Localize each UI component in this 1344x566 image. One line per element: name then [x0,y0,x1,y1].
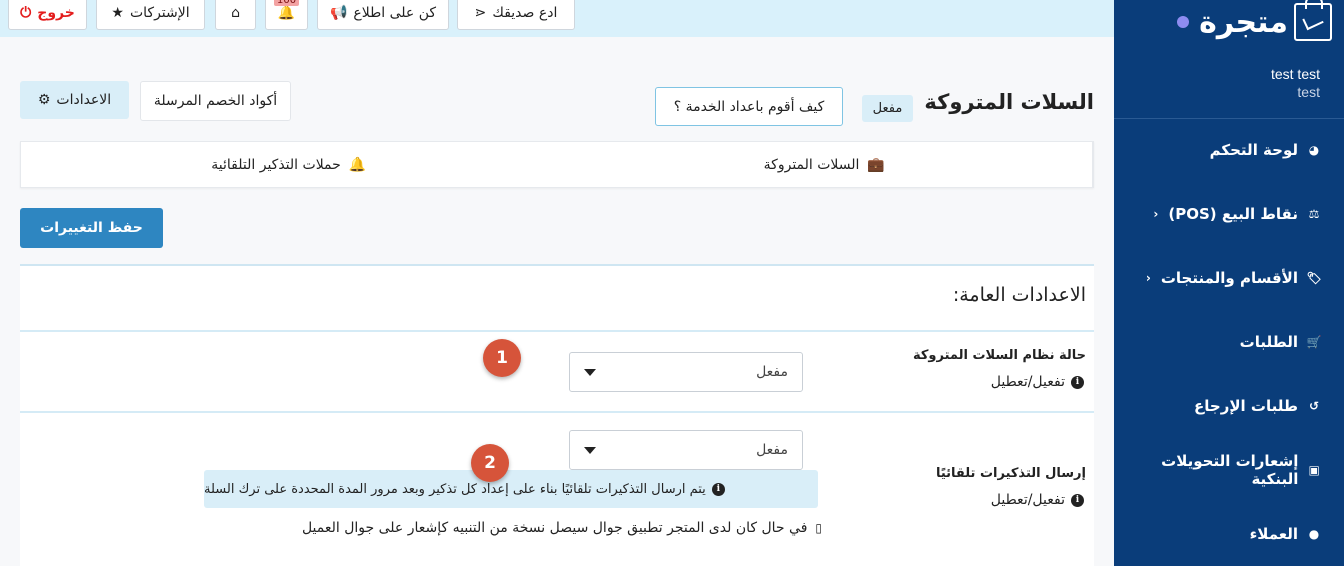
shopping-bag-icon [1294,0,1332,41]
row-sub-auto-reminders: i تفعيل/تعطيل [991,492,1084,508]
money-icon: ▣ [1308,463,1320,477]
share-icon: ⋖ [474,5,487,21]
auto-reminders-select[interactable]: مفعل [569,430,803,470]
how-to-setup-button[interactable]: كيف أقوم باعداد الخدمة ؟ [655,87,843,126]
balance-scale-icon: ⚖ [1308,207,1320,221]
annotation-marker-2: 2 [471,444,509,482]
user-icon: ● [1308,527,1320,541]
select-value: مفعل [756,442,788,458]
logout-button[interactable]: خروج ⏻ [8,0,87,30]
sidebar: متجرة test test test ◕ لوحة التحكم ⚖ نقا… [1114,0,1344,566]
tab-reminder-campaigns[interactable]: 🔔 حملات التذكير التلقائية [21,142,557,187]
chevron-left-icon: ‹ [1145,271,1151,285]
sidebar-item-customers[interactable]: ● العملاء [1114,502,1344,566]
sidebar-item-orders[interactable]: 🛒 الطلبات [1114,310,1344,374]
home-button[interactable]: ⌂ [215,0,256,30]
info-note: i يتم ارسال التذكيرات تلقائيًا بناء على … [204,470,818,508]
row-label-system-status: حالة نظام السلات المتروكة [912,348,1086,363]
cart-icon: 🛒 [1306,335,1322,349]
card-title: الاعدادات العامة: [952,284,1086,306]
info-icon: i [1071,493,1084,507]
brand-name: متجرة [1199,4,1288,40]
settings-button[interactable]: الاعدادات ⚙ [20,81,129,119]
select-value: مفعل [756,364,788,380]
row-label-auto-reminders: إرسال التذكيرات تلقائيًا [935,466,1086,481]
caret-down-icon [584,446,596,454]
status-badge: مفعل [862,95,913,122]
save-changes-button[interactable]: حفظ التغييرات [20,208,163,248]
stay-updated-label: كن على اطلاع [353,5,437,21]
sidebar-item-dashboard[interactable]: ◕ لوحة التحكم [1114,118,1344,182]
user-subtitle: test [1297,84,1320,100]
divider [20,330,1094,332]
row-sub-system-status: i تفعيل/تعطيل [991,374,1084,390]
dashboard-icon: ◕ [1308,143,1320,157]
chevron-left-icon: ‹ [1153,207,1159,221]
info-icon: i [1071,375,1084,389]
sidebar-item-label: لوحة التحكم [1209,141,1298,159]
sidebar-item-label: الطلبات [1239,333,1298,351]
sidebar-item-label: نقاط البيع (POS) [1168,205,1298,223]
invite-label: ادع صديقك [492,5,558,21]
row-sub-label: تفعيل/تعطيل [990,492,1065,508]
notifications-button[interactable]: 100 🔔 [265,0,308,30]
settings-label: الاعدادات [56,92,112,108]
top-bar: ادع صديقك ⋖ كن على اطلاع 📢 100 🔔 ⌂ الإشت… [0,0,1114,37]
sidebar-item-label: طلبات الإرجاع [1194,397,1298,415]
home-icon: ⌂ [231,5,240,21]
megaphone-icon: 📢 [329,5,348,21]
notification-count-badge: 100 [274,0,300,6]
discount-codes-button[interactable]: أكواد الخصم المرسلة [140,81,291,121]
sidebar-item-returns[interactable]: ↺ طلبات الإرجاع [1114,374,1344,438]
sidebar-item-bank-transfers[interactable]: ▣ إشعارات التحويلات البنكية [1114,438,1344,502]
system-status-select[interactable]: مفعل [569,352,803,392]
power-icon: ⏻ [20,5,32,21]
page-title: السلات المتروكة [924,90,1094,114]
sidebar-item-label: العملاء [1249,525,1298,543]
caret-down-icon [584,368,596,376]
tab-label: حملات التذكير التلقائية [211,156,341,173]
sidebar-item-label: الأقسام والمنتجات [1160,269,1298,287]
row-sub-label: تفعيل/تعطيل [990,374,1065,390]
invite-friend-button[interactable]: ادع صديقك ⋖ [457,0,575,30]
gear-icon: ⚙ [37,92,51,108]
brand-dot [1177,16,1190,28]
sidebar-nav: ◕ لوحة التحكم ⚖ نقاط البيع (POS) ‹ 🏷 الأ… [1114,118,1344,566]
subscriptions-button[interactable]: الإشتركات ★ [96,0,205,30]
mobile-note: ▯ في حال كان لدى المتجر تطبيق جوال سيصل … [252,520,822,536]
info-note-text: يتم ارسال التذكيرات تلقائيًا بناء على إع… [204,481,706,497]
mobile-phone-icon: ▯ [815,521,822,535]
subscriptions-label: الإشتركات [129,5,190,21]
sidebar-item-pos[interactable]: ⚖ نقاط البيع (POS) ‹ [1114,182,1344,246]
briefcase-icon: 💼 [867,156,885,173]
info-icon: i [711,482,725,496]
brand-logo[interactable]: متجرة [1177,0,1332,44]
sidebar-item-categories[interactable]: 🏷 الأقسام والمنتجات ‹ [1114,246,1344,310]
user-block: test test test [1271,66,1320,100]
bell-icon: 🔔 [348,156,367,173]
annotation-marker-1: 1 [483,339,521,377]
tab-abandoned-carts[interactable]: 💼 السلات المتروكة [557,142,1093,187]
tab-label: السلات المتروكة [763,156,860,173]
general-settings-card: الاعدادات العامة: حالة نظام السلات المتر… [20,264,1094,566]
stay-updated-button[interactable]: كن على اطلاع 📢 [317,0,449,30]
tag-icon: 🏷 [1306,271,1322,285]
star-icon: ★ [111,5,124,21]
logout-label: خروج [37,5,75,21]
sidebar-item-label: إشعارات التحويلات البنكية [1161,452,1299,488]
user-name: test test [1270,66,1320,82]
undo-icon: ↺ [1308,399,1320,413]
mobile-note-text: في حال كان لدى المتجر تطبيق جوال سيصل نس… [301,520,808,536]
divider [20,411,1094,413]
bell-icon: 🔔 [277,5,296,21]
tabs: 🔔 حملات التذكير التلقائية 💼 السلات المتر… [20,141,1094,188]
